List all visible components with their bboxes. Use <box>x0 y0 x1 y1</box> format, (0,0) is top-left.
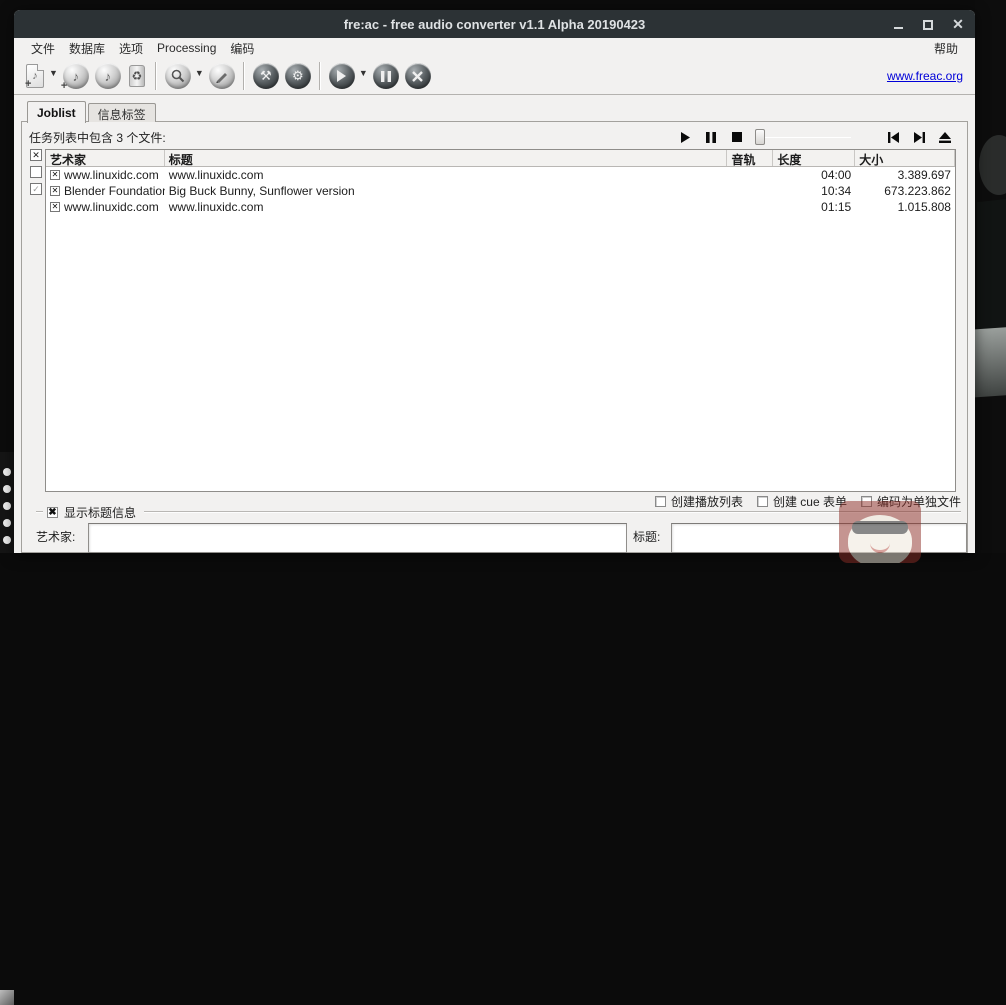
title-input[interactable] <box>671 523 967 553</box>
artist-field-label: 艺术家: <box>36 530 76 544</box>
remove-all-entries-icon[interactable]: ♻ <box>128 65 145 87</box>
select-none-button[interactable] <box>30 166 42 178</box>
cell-title: www.linuxidc.com <box>168 168 264 182</box>
joblist-row[interactable]: ✕ Blender Foundation 2008 Big Buck Bunny,… <box>46 183 955 199</box>
cell-size: 673.223.862 <box>884 184 951 198</box>
row-checkbox[interactable]: ✕ <box>50 202 60 212</box>
cell-size: 1.015.808 <box>897 200 951 214</box>
column-header-length[interactable]: 长度 <box>773 150 856 166</box>
start-encoding-dropdown-icon[interactable]: ▼ <box>359 68 368 78</box>
title-info-groupbox: ✖ 显示标题信息 <box>36 504 961 520</box>
cell-length: 10:34 <box>821 184 852 198</box>
watermark-sunglasses <box>852 521 908 534</box>
music-file-icon[interactable]: ♪ <box>94 63 121 89</box>
toolbar-separator <box>154 62 157 90</box>
minimize-button[interactable] <box>891 17 905 31</box>
seek-slider-handle[interactable] <box>755 129 765 145</box>
cell-size: 3.389.697 <box>897 168 951 182</box>
title-field-label: 标题: <box>633 530 661 544</box>
encoder-settings-icon[interactable]: ⚒ <box>252 63 279 89</box>
eject-button[interactable] <box>935 128 955 146</box>
freac-window: fre:ac - free audio converter v1.1 Alpha… <box>14 10 975 563</box>
toolbar-separator <box>318 62 321 90</box>
joblist-pane: 任务列表中包含 3 个文件: ✕ ✓ 艺术家 标题 音轨 长度 大小 ✕ www… <box>21 121 968 553</box>
tabstrip: Joblist 信息标签 <box>27 100 158 123</box>
menu-database[interactable]: 数据库 <box>62 38 112 58</box>
menu-encode[interactable]: 编码 <box>223 38 261 58</box>
next-track-button[interactable] <box>909 128 929 146</box>
cell-artist: www.linuxidc.com <box>64 200 159 214</box>
menu-file[interactable]: 文件 <box>24 38 62 58</box>
cell-title: www.linuxidc.com <box>168 200 264 214</box>
artist-input[interactable] <box>88 523 627 553</box>
toggle-selection-button[interactable]: ✓ <box>30 183 42 195</box>
joblist-table: 艺术家 标题 音轨 长度 大小 ✕ www.linuxidc.com www.li… <box>45 149 956 492</box>
transport-controls <box>675 127 955 147</box>
tab-joblist[interactable]: Joblist <box>27 101 86 123</box>
start-encoding-icon[interactable] <box>328 63 355 89</box>
seek-slider[interactable] <box>755 128 851 146</box>
joblist-row[interactable]: ✕ www.linuxidc.com www.linuxidc.com 04:00… <box>46 167 955 183</box>
wallpaper-right-fragment <box>975 0 1006 553</box>
menubar: 文件 数据库 选项 Processing 编码 帮助 <box>14 38 975 58</box>
cell-title: Big Buck Bunny, Sunflower version <box>168 184 355 198</box>
row-checkbox[interactable]: ✕ <box>50 186 60 196</box>
toolbar-separator <box>242 62 245 90</box>
play-button[interactable] <box>675 128 695 146</box>
menu-help[interactable]: 帮助 <box>927 38 965 58</box>
stop-encoding-icon[interactable] <box>404 63 431 89</box>
stop-button[interactable] <box>727 128 747 146</box>
joblist-header: 艺术家 标题 音轨 长度 大小 <box>46 150 955 167</box>
cddb-query-dropdown-icon[interactable]: ▼ <box>195 68 204 78</box>
window-title: fre:ac - free audio converter v1.1 Alpha… <box>343 16 646 32</box>
desktop: fre:ac - free audio converter v1.1 Alpha… <box>0 0 1006 1005</box>
cell-track <box>727 183 773 199</box>
maximize-button[interactable] <box>921 17 935 31</box>
cddb-submit-icon[interactable] <box>208 63 235 89</box>
column-header-track[interactable]: 音轨 <box>727 150 774 166</box>
pause-encoding-icon[interactable] <box>372 63 399 89</box>
add-files-dropdown-icon[interactable]: ▼ <box>49 68 58 78</box>
cell-track <box>727 199 773 215</box>
selection-buttons: ✕ ✓ <box>30 149 42 195</box>
general-settings-icon[interactable]: ⚙ <box>284 63 311 89</box>
previous-track-button[interactable] <box>883 128 903 146</box>
joblist-row[interactable]: ✕ www.linuxidc.com www.linuxidc.com 01:15… <box>46 199 955 215</box>
wallpaper-left-fragment <box>0 452 14 1005</box>
menu-processing[interactable]: Processing <box>150 38 223 58</box>
menu-options[interactable]: 选项 <box>112 38 150 58</box>
cddb-query-icon[interactable] <box>164 63 191 89</box>
cell-track <box>727 167 773 183</box>
column-header-title[interactable]: 标题 <box>165 150 728 166</box>
toolbar: ♪ + ▼ ♪ + ♪ ♻ ▼ ⚒ ⚙ ▼ www.freac.org <box>14 58 975 95</box>
add-cd-contents-icon[interactable]: ♪ + <box>61 63 89 92</box>
add-files-icon[interactable]: ♪ + <box>25 64 44 90</box>
tag-fields: 艺术家: 标题: <box>22 522 967 554</box>
show-title-info-label: 显示标题信息 <box>64 505 137 520</box>
column-header-size[interactable]: 大小 <box>855 150 955 166</box>
watermark-logo <box>839 501 921 563</box>
cell-artist: www.linuxidc.com <box>64 168 159 182</box>
pause-button[interactable] <box>701 128 721 146</box>
close-button[interactable]: ✕ <box>951 17 965 31</box>
titlebar[interactable]: fre:ac - free audio converter v1.1 Alpha… <box>14 10 975 38</box>
joblist-status-text: 任务列表中包含 3 个文件: <box>29 130 166 145</box>
cell-length: 04:00 <box>821 168 852 182</box>
cell-length: 01:15 <box>821 200 852 214</box>
tab-info-tags[interactable]: 信息标签 <box>87 103 156 122</box>
show-title-info-checkbox[interactable]: ✖ <box>47 506 58 518</box>
cell-artist: Blender Foundation 2008 <box>64 184 165 198</box>
column-header-artist[interactable]: 艺术家 <box>46 150 165 166</box>
select-all-button[interactable]: ✕ <box>30 149 42 161</box>
row-checkbox[interactable]: ✕ <box>50 170 60 180</box>
freac-website-link[interactable]: www.freac.org <box>887 69 963 83</box>
